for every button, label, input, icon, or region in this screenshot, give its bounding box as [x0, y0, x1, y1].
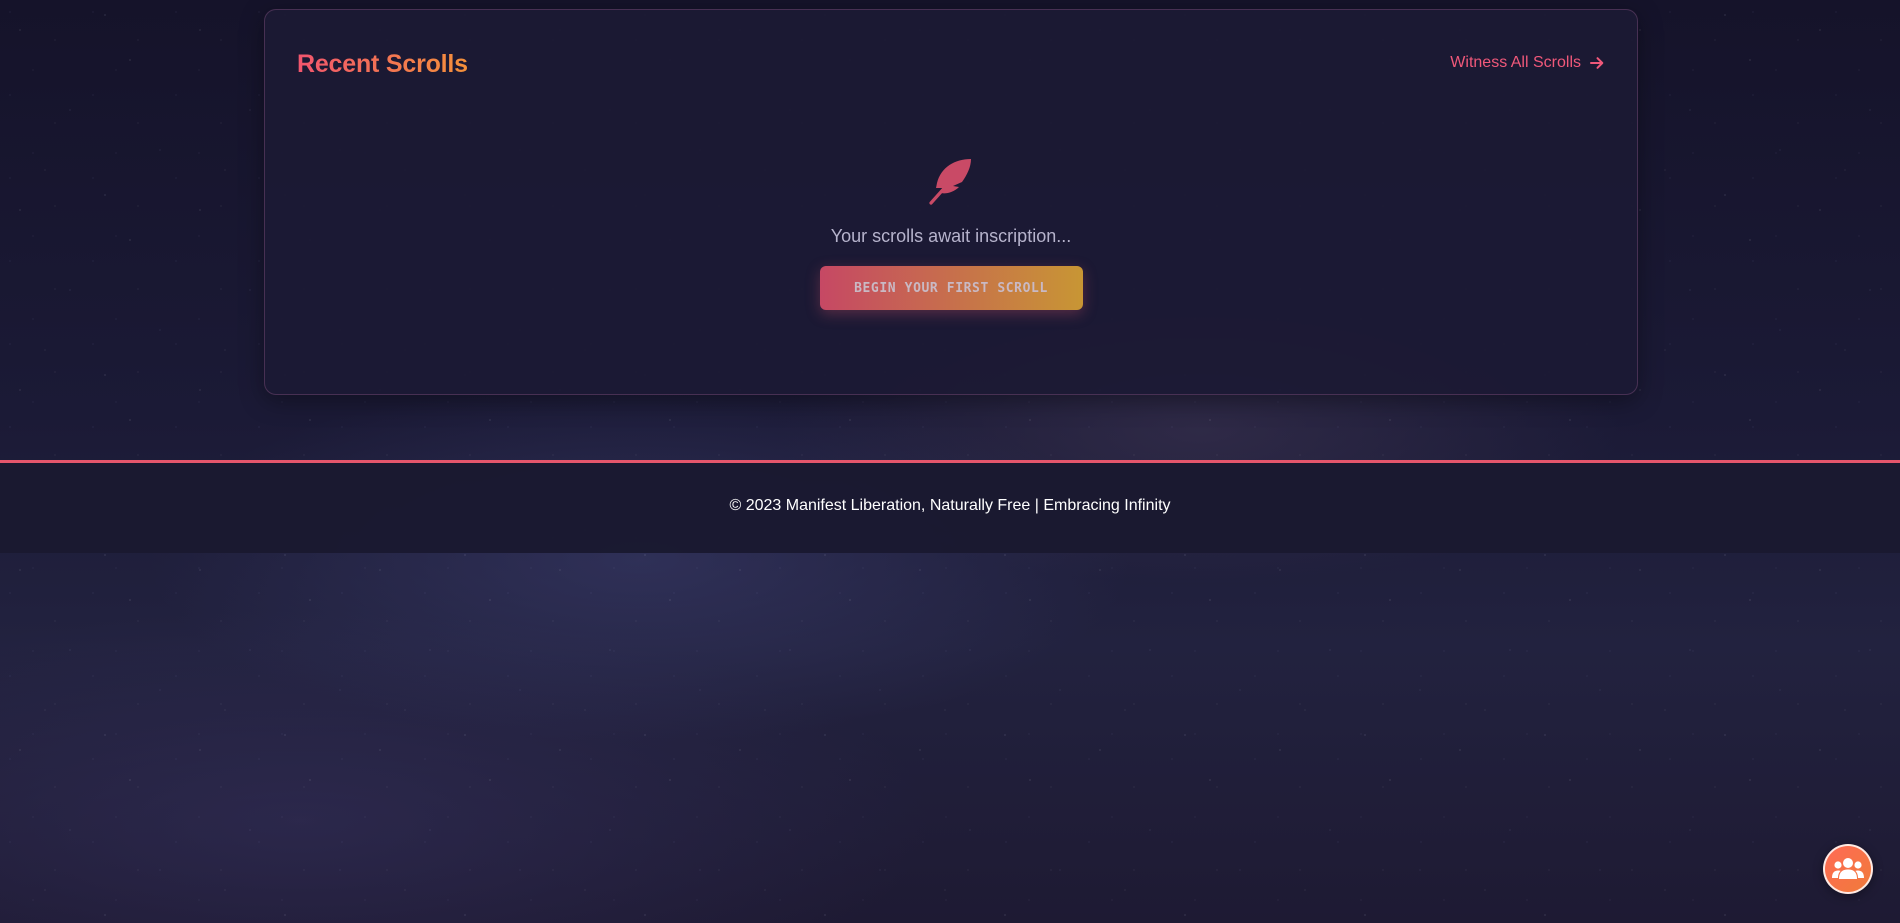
recent-scrolls-card: Recent Scrolls Witness All Scrolls Your … — [264, 9, 1638, 395]
witness-all-scrolls-label: Witness All Scrolls — [1450, 54, 1581, 71]
empty-state: Your scrolls await inscription... BEGIN … — [265, 155, 1637, 310]
arrow-right-icon — [1590, 57, 1604, 69]
begin-first-scroll-button[interactable]: BEGIN YOUR FIRST SCROLL — [819, 266, 1083, 310]
feather-icon — [929, 159, 971, 205]
section-title: Recent Scrolls — [297, 50, 468, 78]
empty-state-message: Your scrolls await inscription... — [830, 226, 1072, 246]
site-footer: © 2023 Manifest Liberation, Naturally Fr… — [0, 460, 1900, 553]
witness-all-scrolls-link[interactable]: Witness All Scrolls — [1450, 54, 1605, 72]
footer-copyright: © 2023 Manifest Liberation, Naturally Fr… — [729, 497, 1171, 514]
community-button[interactable] — [1823, 844, 1873, 894]
users-icon — [1832, 858, 1864, 879]
